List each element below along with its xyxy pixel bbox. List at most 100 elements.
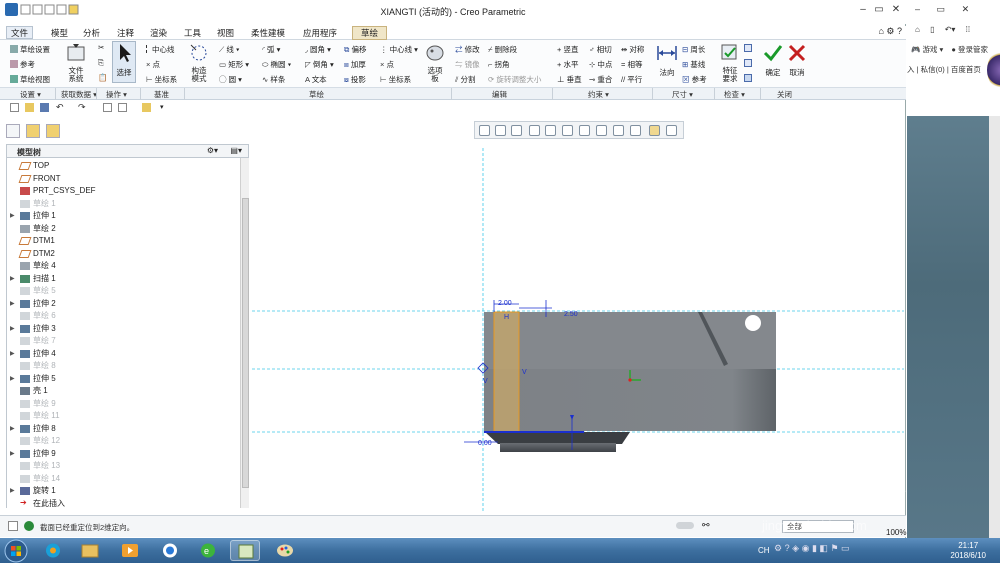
grid-icon[interactable]: ⁞⁞ xyxy=(966,25,970,34)
tree-item[interactable]: ▶ 拉伸 4 xyxy=(7,348,239,360)
taskbar-app-explorer[interactable] xyxy=(75,540,105,561)
display-style-icon[interactable] xyxy=(545,125,556,136)
undo-icon[interactable]: ↶ xyxy=(56,103,65,112)
dim-reference-button[interactable]: ⊠ 参考 xyxy=(682,74,707,85)
tree-item[interactable]: ▶ 拉伸 1 xyxy=(7,210,239,222)
tray-shield-icon[interactable]: ◈ xyxy=(792,543,799,553)
overlap-check-icon[interactable] xyxy=(744,44,754,53)
expand-arrow-icon[interactable]: ▶ xyxy=(10,210,15,222)
cancel-button[interactable]: 取消 xyxy=(786,42,808,78)
feature-requirements-button[interactable]: 特征 要求 xyxy=(718,42,742,83)
baseline-button[interactable]: ⊞ 基线 xyxy=(682,59,705,70)
menu-model[interactable]: 模型 xyxy=(51,27,68,39)
select-button[interactable]: 选择 xyxy=(112,41,136,83)
ellipse-button[interactable]: ⬭ 椭圆 ▾ xyxy=(262,59,291,70)
expand-arrow-icon[interactable]: ▶ xyxy=(10,298,15,310)
graphics-area[interactable]: 2.00 2.50 H V V 0.00 xyxy=(252,140,904,512)
csys-button[interactable]: ⊢ 坐标系 xyxy=(380,74,411,85)
back-icon[interactable]: ↶▾ xyxy=(945,25,956,34)
menu-view[interactable]: 视图 xyxy=(217,27,234,39)
line-button[interactable]: ⟋ 线 ▾ xyxy=(219,44,240,55)
new-file-icon[interactable] xyxy=(10,103,19,112)
cut-icon[interactable]: ✂ xyxy=(98,43,104,52)
project-button[interactable]: ⧇ 投影 xyxy=(344,74,366,85)
tree-item[interactable]: ▶ 拉伸 5 xyxy=(7,373,239,385)
sketcher-display-icon[interactable] xyxy=(666,125,677,136)
browser-maximize-button[interactable]: ▭ xyxy=(937,4,946,14)
favorites-tab[interactable] xyxy=(46,124,60,138)
reference-button[interactable]: 参考 xyxy=(10,59,35,70)
view-manager-icon[interactable] xyxy=(579,125,590,136)
divide-button[interactable]: ⫽ 分割 xyxy=(455,74,475,85)
mirror-button[interactable]: ⇋ 镜像 xyxy=(455,59,480,70)
menu-flex-modeling[interactable]: 柔性建模 xyxy=(251,27,285,39)
minimize-button[interactable]: ‒ xyxy=(856,3,870,17)
sketch-setup-button[interactable]: 草绘设置 xyxy=(10,44,50,55)
repaint-icon[interactable] xyxy=(529,125,540,136)
coincident-constraint-button[interactable]: ⊸ 重合 xyxy=(589,74,612,85)
menu-render[interactable]: 渲染 xyxy=(150,27,167,39)
tree-item[interactable]: 草绘 9 xyxy=(7,398,239,410)
expand-arrow-icon[interactable]: ▶ xyxy=(10,323,15,335)
fillet-button[interactable]: ◞ 圆角 ▾ xyxy=(305,44,331,55)
perpendicular-constraint-button[interactable]: ⊥ 垂直 xyxy=(557,74,582,85)
customize-toolbar-icon[interactable]: ▾ xyxy=(160,103,169,112)
tree-item[interactable]: TOP xyxy=(7,160,239,172)
close-window-icon[interactable] xyxy=(142,103,151,112)
expand-arrow-icon[interactable]: ▶ xyxy=(10,273,15,285)
perimeter-button[interactable]: ⊟ 周长 xyxy=(682,44,705,55)
home-icon[interactable]: ⌂ xyxy=(915,25,920,34)
taskbar-app-baidu[interactable] xyxy=(155,540,185,561)
ok-button[interactable]: 确定 xyxy=(762,42,784,78)
taskbar-app-paint[interactable] xyxy=(270,540,300,561)
smart-filter-toggle[interactable] xyxy=(676,522,694,529)
spline-button[interactable]: ∿ 样条 xyxy=(262,74,285,85)
model-tree-scrollbar[interactable] xyxy=(240,158,249,508)
shade-closed-icon[interactable] xyxy=(744,74,754,83)
login-link[interactable]: ● 登录管家 xyxy=(951,45,988,54)
delete-segment-button[interactable]: ⌿ 删除段 xyxy=(488,44,517,55)
dimension-value[interactable]: 0.00 xyxy=(478,440,492,447)
phone-icon[interactable]: ▯ xyxy=(930,25,934,34)
tangent-constraint-button[interactable]: ♂ 相切 xyxy=(589,44,612,55)
dimension-value[interactable]: 2.50 xyxy=(564,311,578,318)
menu-annotate[interactable]: 注释 xyxy=(117,27,134,39)
group-operations[interactable]: 操作 ▾ xyxy=(106,89,127,100)
system-clock[interactable]: 21:17 2018/6/10 xyxy=(950,541,986,561)
tree-item[interactable]: 草绘 1 xyxy=(7,198,239,210)
vertical-constraint-button[interactable]: + 竖直 xyxy=(557,44,578,55)
parallel-constraint-button[interactable]: // 平行 xyxy=(621,74,642,85)
menu-analysis[interactable]: 分析 xyxy=(83,27,100,39)
tree-item[interactable]: ▶ 拉伸 3 xyxy=(7,323,239,335)
horizontal-constraint-button[interactable]: + 水平 xyxy=(557,59,578,70)
file-system-button[interactable]: 文件 系统 xyxy=(63,42,89,83)
perspective-icon[interactable] xyxy=(596,125,607,136)
tree-item[interactable]: ▶ 旋转 1 xyxy=(7,485,239,497)
windows-icon[interactable] xyxy=(118,103,127,112)
text-button[interactable]: A 文本 xyxy=(305,74,327,85)
zoom-in-icon[interactable] xyxy=(495,125,506,136)
group-constrain[interactable]: 约束 ▾ xyxy=(588,89,609,100)
datum-point-button[interactable]: × 点 xyxy=(146,59,160,70)
tray-flag-icon[interactable]: ⚑ xyxy=(830,543,838,553)
group-get-data[interactable]: 获取数据 ▾ xyxy=(61,89,97,100)
chamfer-button[interactable]: ◸ 倒角 ▾ xyxy=(305,59,334,70)
menu-sketch[interactable]: 草绘 xyxy=(352,26,388,40)
tree-item[interactable]: 草绘 2 xyxy=(7,223,239,235)
tray-ime-icon[interactable]: ⚙ xyxy=(774,543,782,553)
refit-icon[interactable] xyxy=(479,125,490,136)
maximize-button[interactable]: ▭ xyxy=(872,3,886,17)
tree-item[interactable]: ▶ 拉伸 9 xyxy=(7,448,239,460)
menu-applications[interactable]: 应用程序 xyxy=(303,27,337,39)
offset-button[interactable]: ⧉ 偏移 xyxy=(344,44,366,55)
dimension-value[interactable]: 2.00 xyxy=(498,300,512,307)
group-inspect[interactable]: 检查 ▾ xyxy=(724,89,745,100)
tree-item[interactable]: 壳 1 xyxy=(7,385,239,397)
sketch-view-toggle-icon[interactable] xyxy=(649,125,660,136)
expand-arrow-icon[interactable]: ▶ xyxy=(10,348,15,360)
datum-centerline-button[interactable]: 中心线 xyxy=(146,44,175,55)
tree-item[interactable]: 草绘 8 xyxy=(7,360,239,372)
tray-antivirus-icon[interactable]: ◉ xyxy=(802,543,810,553)
game-link[interactable]: 🎮 游戏 ▾ xyxy=(911,45,943,54)
tray-volume-icon[interactable]: ◧ xyxy=(819,543,828,553)
